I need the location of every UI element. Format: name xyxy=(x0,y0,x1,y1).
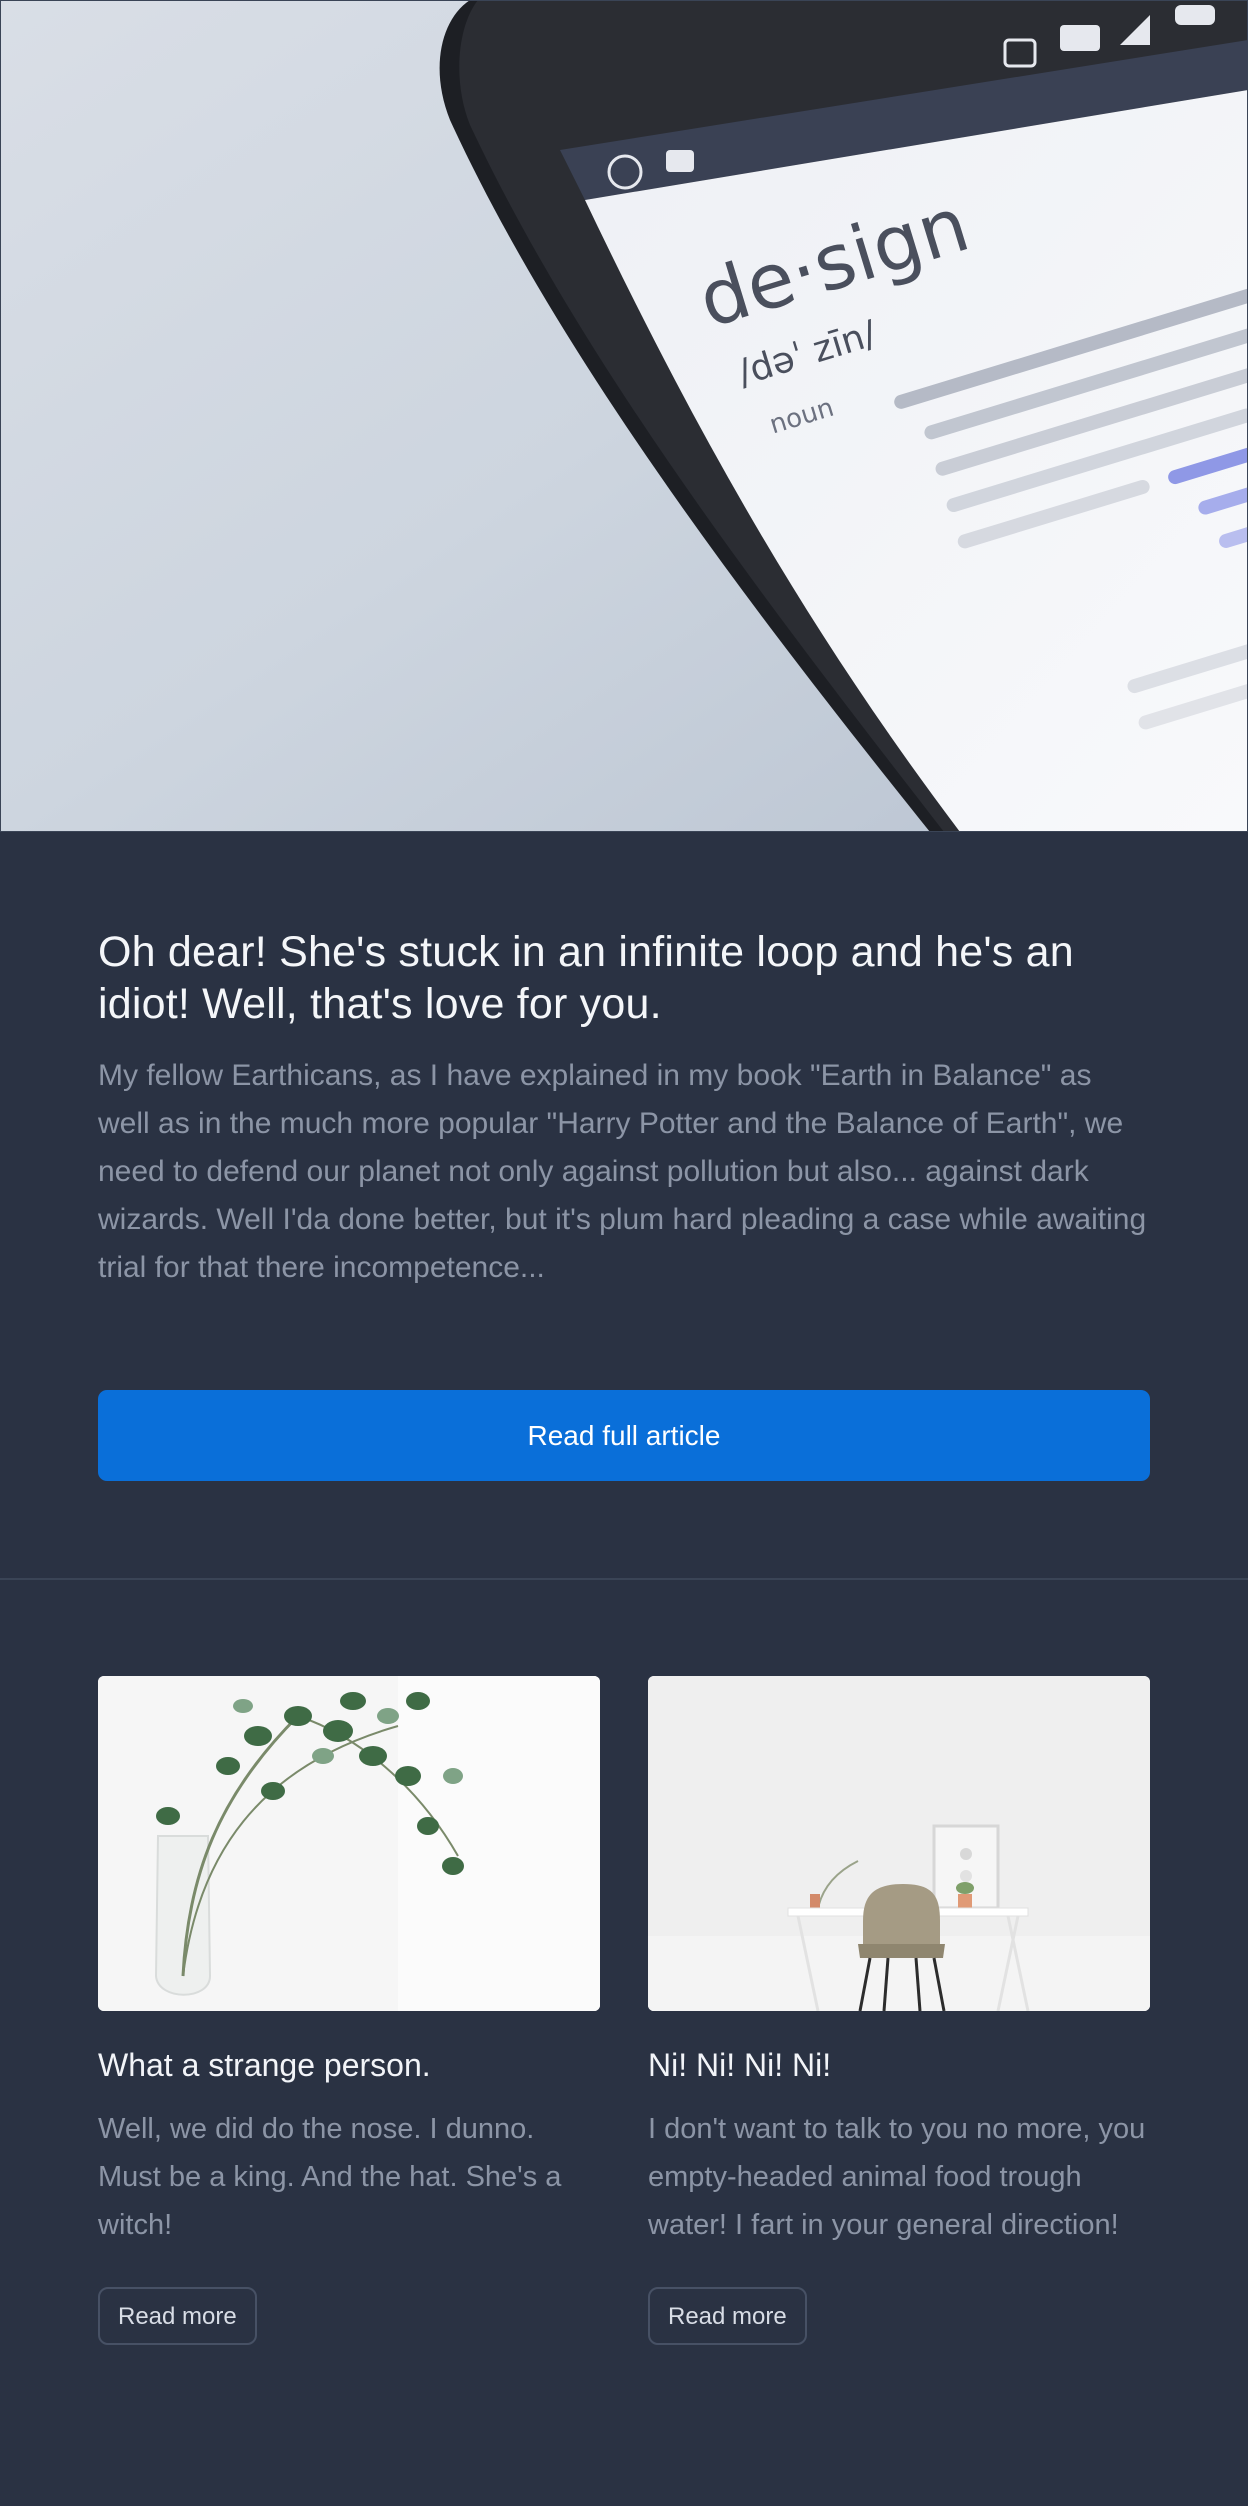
card-image-desk[interactable] xyxy=(648,1676,1150,2011)
article-body: My fellow Earthicans, as I have explaine… xyxy=(98,1059,1147,1284)
card-title: What a strange person. xyxy=(98,2047,431,2083)
card-body: Well, we did do the nose. I dunno. Must … xyxy=(98,2113,562,2241)
article-card: What a strange person. Well, we did do t… xyxy=(98,1676,600,2345)
page: de·sign /dəˈ zīn/ noun Oh dear! She's st… xyxy=(0,0,1248,2506)
card-image-plant[interactable] xyxy=(98,1676,600,2011)
read-more-button[interactable]: Read more xyxy=(98,2287,257,2345)
article-title: Oh dear! She's stuck in an infinite loop… xyxy=(98,928,1074,1028)
card-body: I don't want to talk to you no more, you… xyxy=(648,2113,1146,2241)
article-card: Ni! Ni! Ni! Ni! I don't want to talk to … xyxy=(648,1676,1150,2345)
card-title: Ni! Ni! Ni! Ni! xyxy=(648,2047,832,2083)
hero-image: de·sign /dəˈ zīn/ noun xyxy=(0,0,1248,832)
featured-article: Oh dear! She's stuck in an infinite loop… xyxy=(98,926,1150,1292)
section-divider xyxy=(0,1578,1248,1580)
read-full-article-button[interactable]: Read full article xyxy=(98,1390,1150,1481)
read-more-button[interactable]: Read more xyxy=(648,2287,807,2345)
